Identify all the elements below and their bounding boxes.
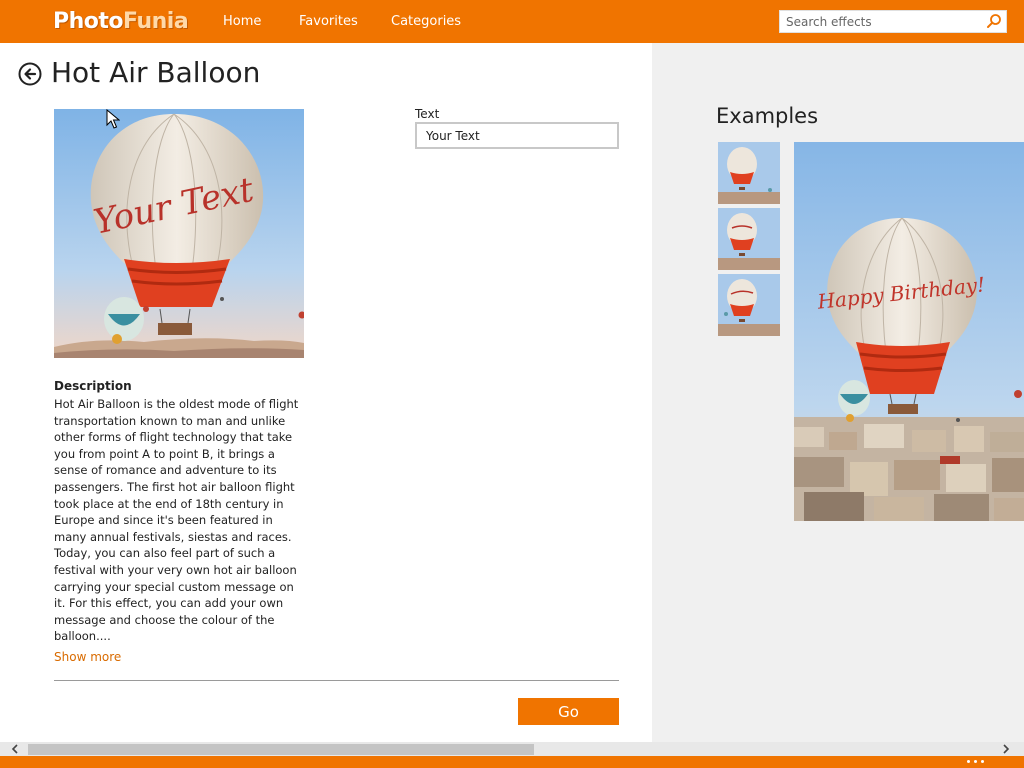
mouse-cursor-icon — [106, 109, 120, 129]
logo-text-funia: Funia — [123, 8, 189, 34]
app-bar — [0, 756, 1024, 768]
example-thumbnail-3[interactable] — [718, 274, 780, 336]
show-more-link[interactable]: Show more — [54, 650, 121, 664]
description-text: Hot Air Balloon is the oldest mode of fl… — [54, 397, 299, 644]
search-icon[interactable] — [986, 13, 1002, 29]
effect-preview-image: Your Text — [54, 109, 304, 358]
examples-panel: Examples Happy Birthday! — [652, 43, 1024, 742]
nav-categories[interactable]: Categories — [391, 0, 461, 43]
page-title: Hot Air Balloon — [51, 56, 261, 89]
nav-home[interactable]: Home — [223, 0, 261, 43]
scrollbar-thumb[interactable] — [28, 744, 534, 755]
horizontal-scrollbar[interactable] — [0, 742, 1024, 756]
top-bar: Photo Funia Home Favorites Categories — [0, 0, 1024, 43]
description-heading: Description — [54, 379, 132, 393]
search-box — [779, 10, 1007, 33]
text-input[interactable] — [415, 122, 619, 149]
search-input[interactable] — [780, 11, 980, 32]
logo-text-photo: Photo — [53, 8, 124, 34]
example-thumbnail-1[interactable] — [718, 142, 780, 204]
examples-heading: Examples — [716, 104, 819, 128]
back-arrow-icon[interactable] — [18, 62, 42, 86]
scroll-right-arrow-icon[interactable] — [1001, 744, 1011, 754]
more-options-icon[interactable] — [967, 757, 991, 765]
photofunia-logo[interactable]: Photo Funia — [53, 7, 189, 35]
text-field-label: Text — [415, 107, 440, 121]
example-thumbnail-2[interactable] — [718, 208, 780, 270]
effect-panel: Hot Air Balloon Your Text Text Your Text… — [0, 43, 652, 742]
example-large-image: Happy Birthday! — [794, 142, 1024, 521]
scroll-left-arrow-icon[interactable] — [10, 744, 20, 754]
divider — [54, 680, 619, 681]
nav-favorites[interactable]: Favorites — [299, 0, 358, 43]
go-button[interactable]: Go — [518, 698, 619, 725]
